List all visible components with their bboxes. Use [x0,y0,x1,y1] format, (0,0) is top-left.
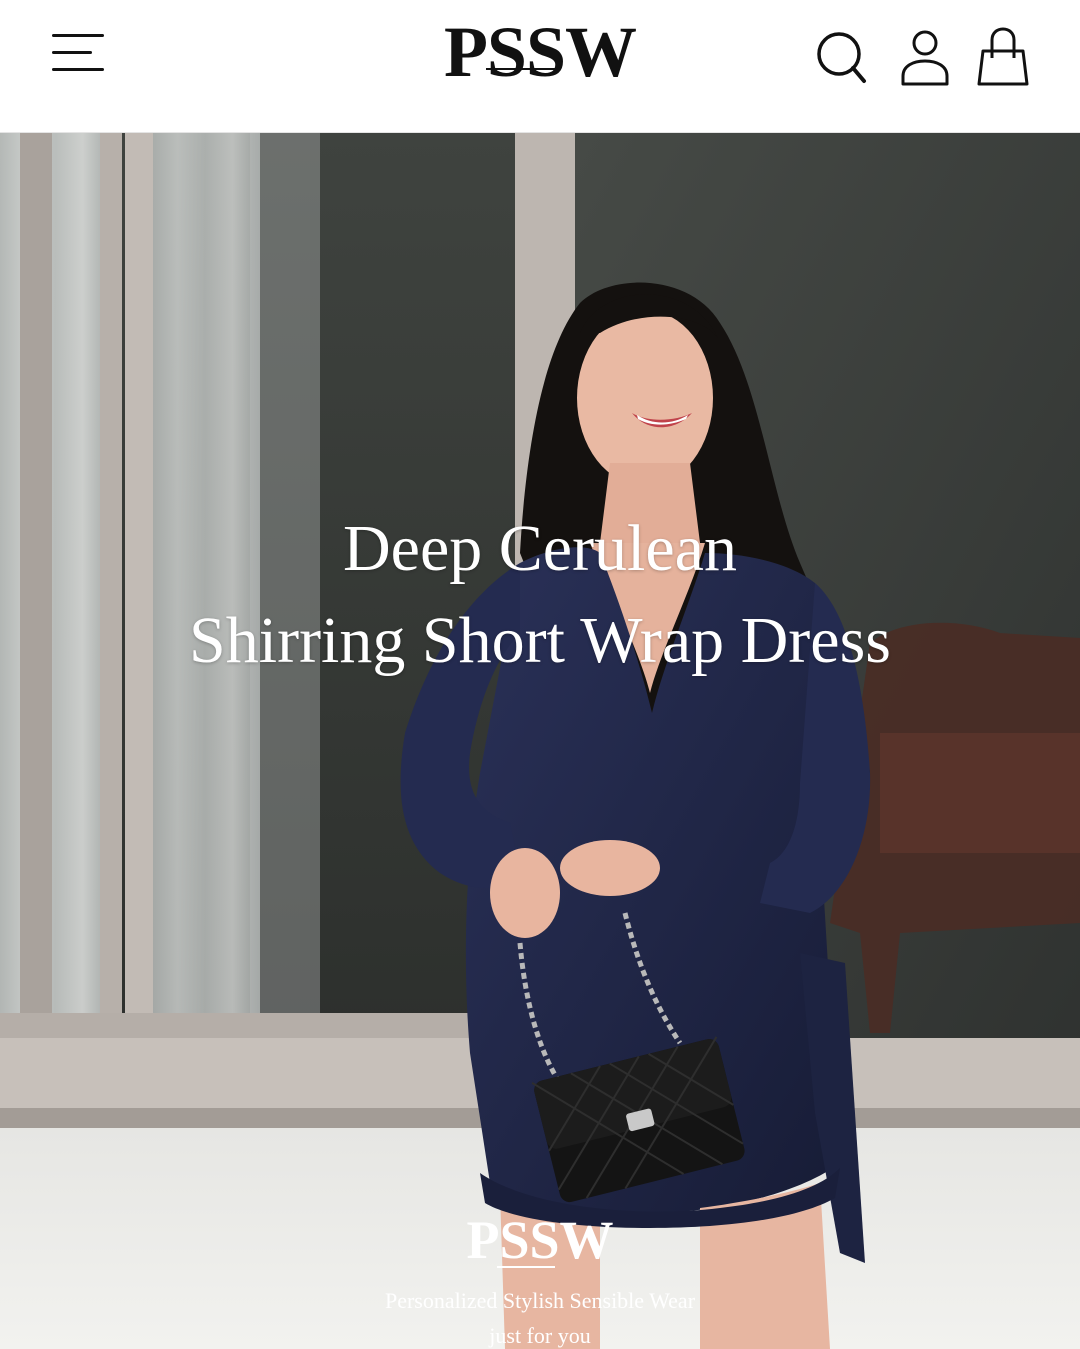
search-icon[interactable] [813,26,869,90]
hero-photo [0,133,1080,1349]
site-header: PSSW [0,0,1080,133]
shopping-bag-icon[interactable] [975,26,1031,90]
hero-tagline-subline: just for you [489,1323,591,1348]
logo-text: PSSW [443,12,637,92]
hero-brand-logo: PSSW [466,1210,614,1270]
hero-tagline: Personalized Stylish Sensible Wear [384,1288,696,1313]
hero-title-line-2: Shirring Short Wrap Dress [189,604,891,677]
logo-underline [486,68,556,70]
hero-title-line-1: Deep Cerulean [343,512,737,585]
user-icon[interactable] [897,26,953,90]
hero-logo-underline [497,1266,555,1268]
hero-banner[interactable]: Deep Cerulean Shirring Short Wrap Dress … [0,133,1080,1349]
